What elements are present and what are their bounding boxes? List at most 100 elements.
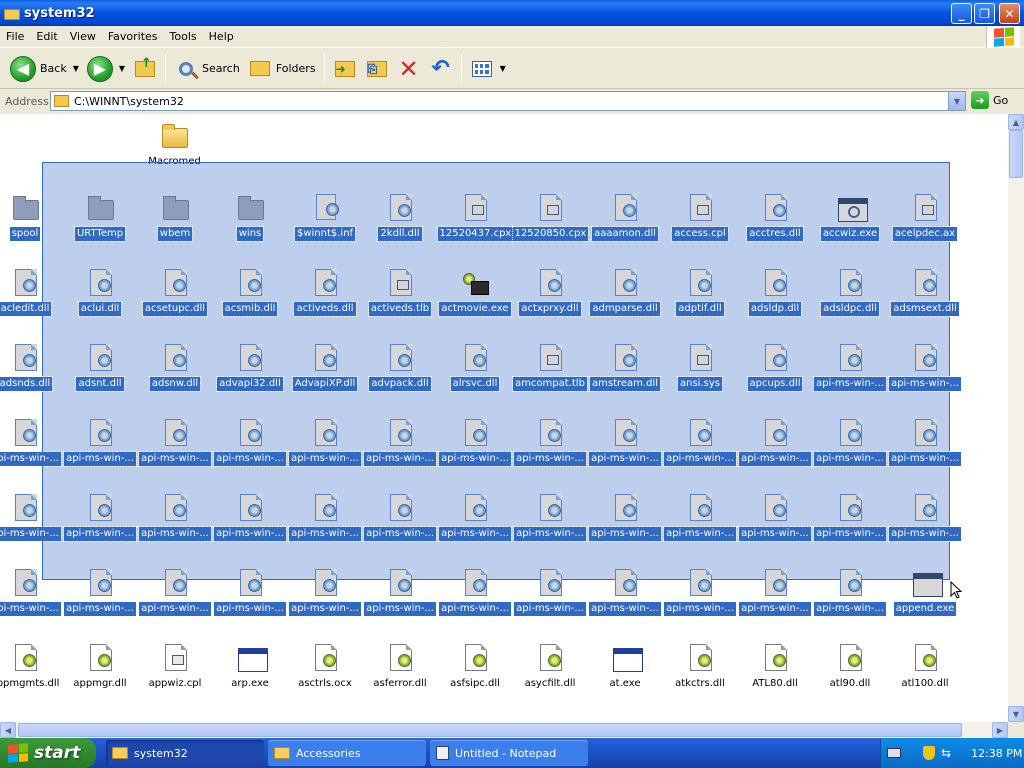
taskbar-button[interactable]: system32 <box>106 740 264 766</box>
file-item[interactable]: api-ms-win-... <box>813 565 888 635</box>
taskbar-button[interactable]: Accessories <box>268 740 426 766</box>
scroll-up-button[interactable]: ▲ <box>1008 114 1024 130</box>
file-item[interactable]: atl100.dll <box>888 640 963 710</box>
folders-button[interactable]: Folders <box>244 52 320 86</box>
file-item[interactable]: advapi32.dll <box>213 340 288 410</box>
go-button[interactable]: ➜ Go <box>971 91 1008 109</box>
file-item[interactable]: api-ms-win-... <box>888 490 963 560</box>
file-item[interactable]: api-ms-win-... <box>738 490 813 560</box>
file-item[interactable]: api-ms-win-... <box>363 565 438 635</box>
file-item[interactable]: arp.exe <box>213 640 288 710</box>
delete-button[interactable]: ✕ <box>393 52 425 86</box>
file-item[interactable]: amcompat.tlb <box>512 340 588 410</box>
scroll-left-button[interactable]: ◀ <box>0 722 16 738</box>
file-item[interactable]: advpack.dll <box>363 340 438 410</box>
file-item[interactable]: adsldp.dll <box>738 265 813 335</box>
menu-help[interactable]: Help <box>203 26 240 48</box>
file-item[interactable]: acsetupc.dll <box>138 265 213 335</box>
file-item[interactable]: ATL80.dll <box>738 640 813 710</box>
file-item[interactable]: amstream.dll <box>588 340 663 410</box>
file-item[interactable]: api-ms-win-... <box>588 415 663 485</box>
menu-view[interactable]: View <box>64 26 102 48</box>
file-item[interactable]: api-ms-win-... <box>213 490 288 560</box>
scroll-right-button[interactable]: ▶ <box>992 722 1008 738</box>
file-item[interactable]: acelpdec.ax <box>888 190 963 260</box>
up-folder-button[interactable]: ↑ <box>129 52 161 86</box>
file-item[interactable]: asferror.dll <box>363 640 438 710</box>
file-item[interactable]: api-ms-win-... <box>738 565 813 635</box>
file-item[interactable]: api-ms-win-... <box>288 415 363 485</box>
file-item[interactable]: 2kdll.dll <box>363 190 438 260</box>
file-item[interactable]: $winnt$.inf <box>288 190 363 260</box>
file-item[interactable]: URTTemp <box>63 190 138 260</box>
file-item[interactable]: api-ms-win-... <box>0 490 63 560</box>
views-button[interactable]: ▼ <box>466 52 510 86</box>
file-item[interactable]: api-ms-win-... <box>813 415 888 485</box>
file-item[interactable]: api-ms-win-... <box>588 565 663 635</box>
file-item[interactable]: api-ms-win-... <box>363 490 438 560</box>
address-dropdown-icon[interactable]: ▼ <box>948 92 965 110</box>
file-item[interactable]: adsldpc.dll <box>813 265 888 335</box>
file-item[interactable]: aclui.dll <box>63 265 138 335</box>
file-item[interactable]: api-ms-win-... <box>588 490 663 560</box>
file-item[interactable]: api-ms-win-... <box>738 415 813 485</box>
file-item[interactable]: accwiz.exe <box>813 190 888 260</box>
taskbar-button[interactable]: Untitled - Notepad <box>430 740 588 766</box>
file-item[interactable]: api-ms-win-... <box>63 490 138 560</box>
menu-tools[interactable]: Tools <box>164 26 203 48</box>
file-item[interactable]: alrsvc.dll <box>438 340 513 410</box>
file-item[interactable]: activeds.tlb <box>363 265 438 335</box>
file-item[interactable]: adsmsext.dll <box>888 265 963 335</box>
file-item[interactable]: api-ms-win-... <box>513 490 588 560</box>
file-item[interactable]: api-ms-win-... <box>0 565 63 635</box>
clock[interactable]: 12:38 PM <box>971 747 1022 760</box>
file-item[interactable]: 12520850.cpx <box>511 190 589 260</box>
file-item[interactable]: activeds.dll <box>288 265 363 335</box>
file-item[interactable]: adsnw.dll <box>138 340 213 410</box>
file-item[interactable]: adsnds.dll <box>0 340 63 410</box>
file-item[interactable]: actmovie.exe <box>438 265 513 335</box>
file-item[interactable]: spool <box>0 190 63 260</box>
network-icon[interactable]: ⇆ <box>941 746 951 760</box>
start-button[interactable]: start <box>0 738 96 768</box>
file-item[interactable]: acledit.dll <box>0 265 63 335</box>
menu-favorites[interactable]: Favorites <box>102 26 164 48</box>
file-item[interactable]: actxprxy.dll <box>513 265 588 335</box>
move-to-button[interactable]: ➜ <box>329 52 361 86</box>
file-item[interactable]: api-ms-win-... <box>438 415 513 485</box>
forward-dropdown-icon[interactable]: ▼ <box>119 64 125 73</box>
file-item[interactable]: api-ms-win-... <box>513 415 588 485</box>
minimize-button[interactable]: _ <box>951 3 972 24</box>
file-item[interactable]: api-ms-win-... <box>438 565 513 635</box>
file-item[interactable]: api-ms-win-... <box>513 565 588 635</box>
file-item[interactable]: api-ms-win-... <box>288 490 363 560</box>
horizontal-scrollbar[interactable]: ◀ ▶ <box>0 722 1008 738</box>
forward-button[interactable]: ▶ ▼ <box>83 52 129 86</box>
file-item[interactable]: api-ms-win-... <box>663 565 738 635</box>
file-item[interactable]: api-ms-win-... <box>138 565 213 635</box>
views-dropdown-icon[interactable]: ▼ <box>500 64 506 73</box>
copy-to-button[interactable]: ⎘ <box>361 52 393 86</box>
security-shield-icon[interactable] <box>923 746 935 760</box>
back-button[interactable]: ◀ Back ▼ <box>6 52 83 86</box>
file-item[interactable]: api-ms-win-... <box>813 340 888 410</box>
file-item[interactable]: api-ms-win-... <box>663 415 738 485</box>
file-item[interactable]: acctres.dll <box>738 190 813 260</box>
file-item[interactable]: api-ms-win-... <box>63 415 138 485</box>
back-dropdown-icon[interactable]: ▼ <box>73 64 79 73</box>
vertical-scrollbar[interactable]: ▲ ▼ <box>1008 114 1024 722</box>
file-item[interactable]: acsmib.dll <box>213 265 288 335</box>
file-item[interactable]: api-ms-win-... <box>138 415 213 485</box>
file-item[interactable]: at.exe <box>588 640 663 710</box>
vertical-scroll-thumb[interactable] <box>1009 130 1023 178</box>
file-item[interactable]: atl90.dll <box>813 640 888 710</box>
file-item[interactable]: asctrls.ocx <box>288 640 363 710</box>
file-item[interactable]: api-ms-win-... <box>63 565 138 635</box>
file-item[interactable]: aaaamon.dll <box>588 190 663 260</box>
file-item[interactable]: asfsipc.dll <box>438 640 513 710</box>
file-item[interactable]: api-ms-win-... <box>213 565 288 635</box>
file-item[interactable]: appmgmts.dll <box>0 640 63 710</box>
file-item[interactable]: appmgr.dll <box>63 640 138 710</box>
file-item[interactable]: appwiz.cpl <box>138 640 213 710</box>
close-button[interactable]: ✕ <box>999 3 1020 24</box>
